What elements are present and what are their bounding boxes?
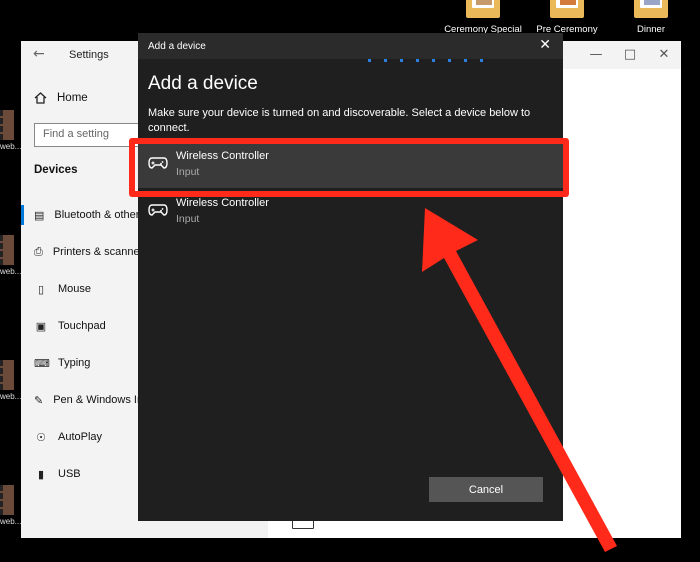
- annotation-arrow-icon: [422, 208, 617, 552]
